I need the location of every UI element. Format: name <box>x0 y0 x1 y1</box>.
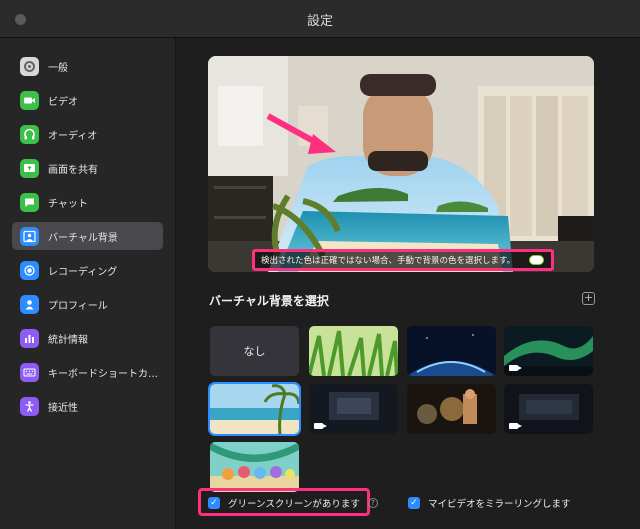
virtual-background-icon <box>20 226 39 246</box>
background-thumb-aurora[interactable] <box>504 326 593 376</box>
sidebar-item-label: 統計情報 <box>48 334 88 346</box>
chat-icon <box>20 192 39 212</box>
mirror-video-label: マイビデオをミラーリングします <box>428 499 571 510</box>
sidebar-item-chat[interactable]: チャット <box>12 188 163 216</box>
sidebar-item-label: 画面を共有 <box>48 164 98 176</box>
sidebar-item-virtual-background[interactable]: バーチャル背景 <box>12 222 163 250</box>
sidebar-item-label: レコーディング <box>48 266 118 278</box>
background-thumb-none[interactable]: なし <box>210 326 299 376</box>
window-titlebar: 設定 <box>0 0 640 38</box>
help-icon[interactable]: ? <box>367 498 378 508</box>
sidebar-item-label: バーチャル背景 <box>48 232 118 244</box>
green-screen-label: グリーンスクリーンがあります <box>228 499 360 510</box>
sidebar-item-general[interactable]: 一般 <box>12 52 163 80</box>
sidebar-item-label: オーディオ <box>48 130 98 142</box>
sidebar-item-label: チャット <box>48 198 88 210</box>
background-thumb-grass[interactable] <box>309 326 398 376</box>
sidebar-item-label: 接近性 <box>48 402 78 414</box>
background-thumb-dark-room-2[interactable] <box>504 384 593 434</box>
sidebar-item-recording[interactable]: レコーディング <box>12 256 163 284</box>
background-thumb-beach[interactable] <box>208 382 301 436</box>
sidebar-item-label: 一般 <box>48 62 68 74</box>
share-screen-icon <box>20 158 39 178</box>
accessibility-icon <box>20 396 39 416</box>
background-thumb-game[interactable] <box>210 442 299 492</box>
color-warning-banner: 検出された色は正確ではない場合、手動で背景の色を選択します。 <box>252 249 554 271</box>
sidebar-item-statistics[interactable]: 統計情報 <box>12 324 163 352</box>
virtual-background-panel: 検出された色は正確ではない場合、手動で背景の色を選択します。 バーチャル背景を選… <box>177 38 640 529</box>
statistics-icon <box>20 328 39 348</box>
color-warning-text: 検出された色は正確ではない場合、手動で背景の色を選択します。 <box>261 256 516 266</box>
settings-sidebar: 一般 ビデオ オーディオ 画面を共有 チャット バーチャル背景 レコーディング … <box>0 38 176 529</box>
sidebar-item-profile[interactable]: プロフィール <box>12 290 163 318</box>
sidebar-item-label: ビデオ <box>48 96 78 108</box>
sidebar-item-accessibility[interactable]: 接近性 <box>12 392 163 420</box>
section-title: バーチャル背景を選択 <box>209 294 329 308</box>
video-badge-icon <box>509 423 522 429</box>
sidebar-item-share-screen[interactable]: 画面を共有 <box>12 154 163 182</box>
mirror-video-option[interactable]: ✓ マイビデオをミラーリングします <box>408 496 571 510</box>
green-screen-option[interactable]: ✓ グリーンスクリーンがあります ? <box>208 496 378 510</box>
sidebar-item-audio[interactable]: オーディオ <box>12 120 163 148</box>
record-icon <box>20 260 39 280</box>
background-thumb-dark-room[interactable] <box>309 384 398 434</box>
gear-icon <box>20 56 39 76</box>
sidebar-item-keyboard-shortcuts[interactable]: キーボードショートカ… <box>12 358 163 386</box>
color-picker-toggle[interactable] <box>529 255 544 265</box>
keyboard-icon <box>20 362 39 382</box>
profile-icon <box>20 294 39 314</box>
video-badge-icon <box>509 365 522 371</box>
background-thumb-earth[interactable] <box>407 326 496 376</box>
sidebar-item-label: プロフィール <box>48 300 108 312</box>
add-background-button[interactable]: + <box>582 292 595 305</box>
camera-preview <box>208 56 594 272</box>
video-badge-icon <box>314 423 327 429</box>
green-screen-checkbox[interactable]: ✓ <box>208 497 220 509</box>
headphones-icon <box>20 124 39 144</box>
mirror-video-checkbox[interactable]: ✓ <box>408 497 420 509</box>
background-thumb-drummer[interactable] <box>407 384 496 434</box>
sidebar-item-video[interactable]: ビデオ <box>12 86 163 114</box>
video-icon <box>20 90 39 110</box>
window-title: 設定 <box>306 14 333 29</box>
sidebar-item-label: キーボードショートカ… <box>48 368 158 380</box>
